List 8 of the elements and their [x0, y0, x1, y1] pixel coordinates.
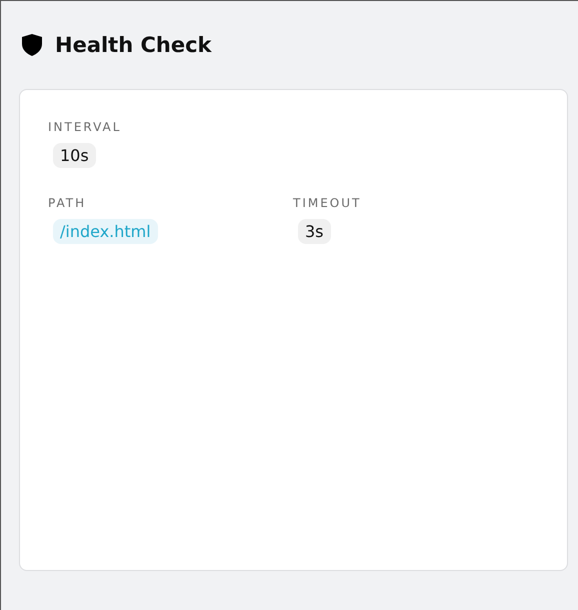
field-label: TIMEOUT: [293, 196, 362, 210]
field-label: PATH: [48, 196, 86, 210]
section-title: Health Check: [55, 33, 212, 57]
value-tag: 3s: [298, 219, 331, 244]
value-tag: 10s: [53, 143, 96, 168]
field-label: INTERVAL: [48, 120, 122, 134]
path-link[interactable]: /index.html: [53, 219, 158, 244]
shield-icon: [21, 33, 43, 57]
